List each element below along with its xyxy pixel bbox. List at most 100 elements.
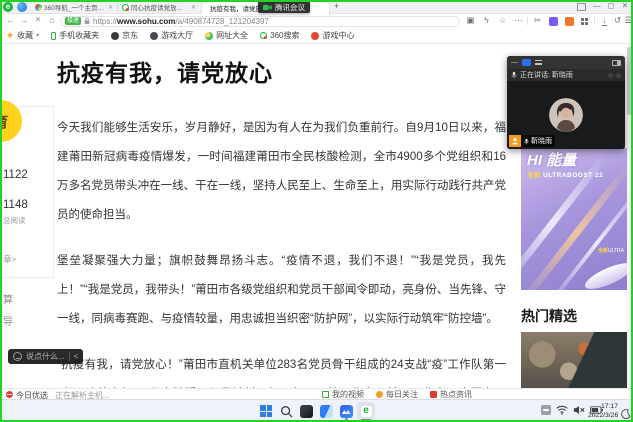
meeting-minimize-icon[interactable]: — [511, 59, 518, 66]
mic-icon [511, 71, 517, 79]
jd-icon [111, 32, 119, 40]
site-directory-icon [205, 32, 213, 40]
caret-down-icon: ▾ [36, 32, 39, 39]
minimize-button[interactable]: — [591, 1, 603, 10]
bookmark-favorites[interactable]: ★ 收藏 ▾ [6, 30, 39, 41]
chat-collapse-icon[interactable]: < [74, 352, 79, 361]
meeting-chat-pill[interactable]: 说点什么... < [8, 349, 83, 364]
workspace-icon[interactable] [577, 3, 586, 11]
host-badge-icon [509, 135, 521, 147]
bookmark-game-center[interactable]: 游戏中心 [311, 30, 354, 41]
phone-icon [51, 32, 56, 40]
mic-icon [524, 138, 529, 145]
author-more-link[interactable]: 章> [3, 253, 16, 265]
taskbar-tencent-meeting[interactable] [337, 402, 355, 420]
daily-picks-icon[interactable] [6, 391, 13, 398]
hot-picks-image[interactable] [521, 332, 627, 388]
browser-logo-icon[interactable]: e [3, 2, 13, 12]
taskbar-360-browser[interactable]: e [357, 402, 375, 420]
participant-name: 靳晓雨 [531, 136, 552, 146]
game-orange-icon[interactable] [565, 17, 574, 26]
tab-close-icon[interactable]: ✕ [191, 4, 196, 11]
game-center-icon [311, 32, 319, 40]
bookmark-mobile-favorites[interactable]: 手机收藏夹 [51, 30, 99, 41]
video-camera-icon [263, 4, 272, 11]
truncated-link-fragment[interactable]: 算 [3, 291, 13, 306]
screen: e 360导航_一个主页，整个世界 ✕ 同心抗疫请党放心_360搜索 ✕ 抗疫有… [0, 0, 633, 422]
watermark-icon [607, 71, 614, 78]
forward-icon[interactable]: → [18, 15, 30, 25]
dark-app-icon [300, 405, 313, 418]
meeting-window[interactable]: — 正在讲话: 靳晓雨 [507, 56, 625, 149]
toolbar-divider [594, 17, 595, 25]
reader-mode-icon[interactable]: ▣ [464, 15, 477, 26]
taskbar-center-icons: e [257, 402, 375, 420]
toolbar-divider [527, 17, 528, 25]
plugin-purple-icon[interactable] [549, 17, 558, 26]
tab-title: 同心抗疫请党放心_360搜索 [131, 2, 189, 12]
volume-muted-icon[interactable] [573, 405, 585, 415]
bookmark-jd[interactable]: 京东 [111, 30, 138, 41]
lightning-icon[interactable]: ϟ [480, 15, 493, 25]
blue-app-icon [320, 405, 333, 418]
more-options-icon[interactable]: ⋯ [512, 15, 525, 26]
do-not-disturb-moon-icon[interactable] [621, 406, 631, 422]
ad-corner-text: 全新ULTRA [598, 247, 624, 254]
menu-icon[interactable]: ☰ [622, 15, 633, 26]
meeting-titlebar: — [507, 56, 625, 69]
tab-close-icon[interactable]: ✕ [108, 4, 113, 11]
download-icon[interactable]: ↓ [598, 15, 611, 25]
meeting-list-icon[interactable] [535, 60, 542, 65]
speed-mode-badge[interactable]: 极速 [65, 17, 81, 25]
tab-360-search[interactable]: 同心抗疫请党放心_360搜索 ✕ [119, 0, 199, 14]
article-paragraph: 堡垒凝聚强大力量；旗帜鼓舞昂扬斗志。“疫情不退，我们不退！”“我是党员，我先上！… [57, 247, 506, 334]
lock-icon [84, 17, 90, 25]
start-button[interactable] [257, 402, 275, 420]
hot-picks-title: 热门精选 [521, 306, 577, 326]
search-button[interactable] [277, 402, 295, 420]
truncated-link-fragment[interactable]: 导 [3, 313, 13, 328]
new-tab-button[interactable]: + [334, 1, 339, 11]
author-stat-label: 总阅读 [3, 215, 26, 226]
meeting-restore-icon[interactable] [522, 59, 531, 66]
author-card: 育 1122 1148 总阅读 章> [0, 106, 54, 278]
author-avatar[interactable]: 育 [0, 100, 22, 142]
taskbar-app-dark[interactable] [297, 402, 315, 420]
back-icon[interactable]: ← [4, 15, 16, 25]
chat-placeholder[interactable]: 说点什么... [26, 351, 65, 362]
extensions-grid-icon[interactable] [581, 18, 588, 25]
home-icon[interactable]: ⌂ [46, 15, 58, 25]
bookmark-game-hall[interactable]: 游戏大厅 [150, 30, 193, 41]
stop-icon[interactable]: ✕ [32, 15, 44, 24]
scrollbar[interactable] [627, 44, 632, 388]
taskbar-clock[interactable]: 17:17 2022/3/26 [588, 403, 618, 420]
ad-banner[interactable]: HI 能量 全新ULTRABOOST 22 全新ULTRA [521, 148, 627, 290]
tray-app-icon[interactable] [541, 405, 551, 415]
star-icon: ★ [6, 30, 14, 41]
scrollbar-thumb[interactable] [627, 47, 632, 115]
video-icon [322, 391, 329, 398]
tab-360-nav[interactable]: 360导航_一个主页，整个世界 ✕ [32, 0, 116, 14]
bookmark-360-search[interactable]: 360搜索 [260, 30, 299, 41]
taskbar-app-blue[interactable] [317, 402, 335, 420]
maximize-button[interactable]: ▢ [605, 1, 617, 10]
address-bar[interactable]: 极速 https://www.sohu.com/a/490874728_1212… [60, 16, 460, 27]
tab-strip: e 360导航_一个主页，整个世界 ✕ 同心抗疫请党放心_360搜索 ✕ 抗疫有… [0, 0, 633, 14]
bookmark-site-directory[interactable]: 网址大全 [205, 30, 248, 41]
favorite-star-icon[interactable]: ☆ [496, 15, 509, 26]
close-button[interactable]: ✕ [619, 1, 631, 10]
tencent-meeting-floating-badge[interactable]: 腾讯会议 [258, 1, 310, 13]
profile-icon[interactable] [17, 2, 27, 12]
author-stat-value: 1148 [3, 199, 28, 211]
screenshot-scissors-icon[interactable]: ✂ [531, 15, 544, 26]
tab-favicon-icon [35, 4, 42, 11]
emoji-face-icon[interactable] [13, 352, 22, 361]
tab-divider [117, 3, 118, 11]
participant-name-tag: 靳晓雨 [509, 135, 555, 147]
search-icon [280, 405, 293, 418]
wifi-icon[interactable] [556, 405, 568, 415]
ad-shoe-image [582, 258, 627, 290]
browser-toolbar: ← → ✕ ⌂ 极速 https://www.sohu.com/a/490874… [0, 14, 633, 28]
ad-subline: 全新ULTRABOOST 22 [527, 169, 603, 179]
meeting-layout-icon[interactable] [612, 60, 621, 66]
